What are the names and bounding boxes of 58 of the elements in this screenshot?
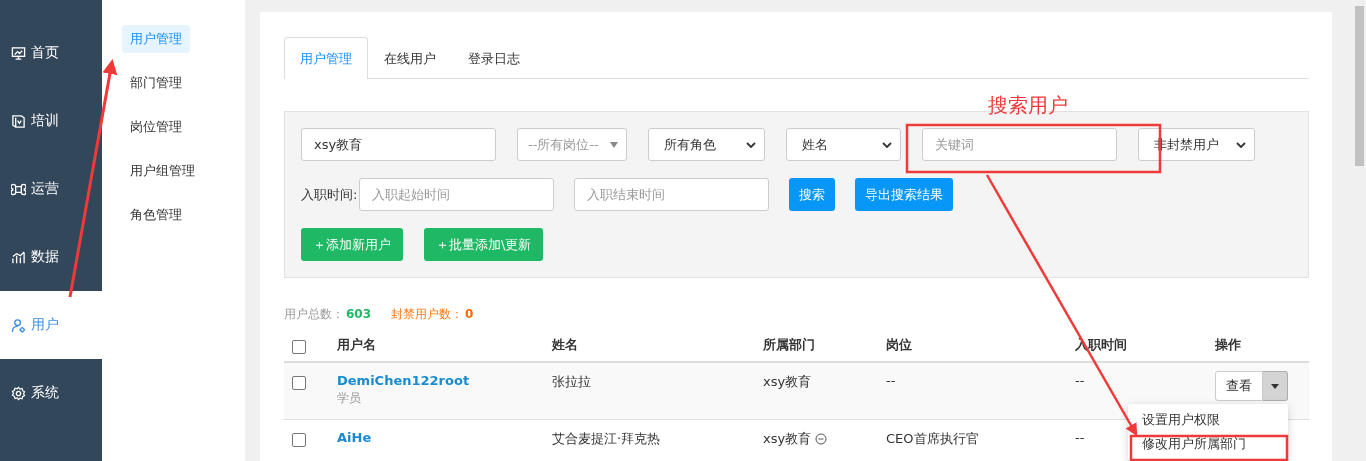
- tab[interactable]: 登录日志: [452, 37, 536, 79]
- table-cell: CEO首席执行官: [886, 430, 979, 448]
- nav-item[interactable]: 首页: [0, 19, 102, 87]
- gear-icon: [11, 385, 26, 401]
- chevron-down-icon: [882, 140, 892, 149]
- dropdown-select[interactable]: 姓名: [786, 128, 901, 161]
- submenu-item[interactable]: 岗位管理: [122, 113, 190, 141]
- table-cell: --: [1075, 373, 1085, 388]
- scrollbar[interactable]: [1352, 0, 1366, 461]
- checkbox[interactable]: [292, 339, 306, 354]
- submenu-item[interactable]: 部门管理: [122, 69, 190, 97]
- stat-text: 用户总数： 603: [284, 306, 372, 323]
- book-icon: [11, 113, 26, 129]
- view-button[interactable]: 查看: [1215, 371, 1263, 401]
- organization-field[interactable]: xsy教育: [301, 128, 496, 161]
- table-cell: 张拉拉: [552, 373, 591, 391]
- tab[interactable]: 在线用户: [368, 37, 452, 79]
- nav-item[interactable]: 运营: [0, 155, 102, 223]
- annotation-label: 搜索用户: [988, 92, 1068, 119]
- menu-item[interactable]: 设置用户权限: [1128, 408, 1288, 432]
- column-header: 姓名: [552, 336, 578, 354]
- bar-chart-icon: [11, 249, 26, 265]
- nav-item[interactable]: 数据: [0, 223, 102, 291]
- triangle-down-icon: [610, 140, 618, 149]
- nav-item[interactable]: 系统: [0, 359, 102, 427]
- submenu-item[interactable]: 角色管理: [122, 201, 190, 229]
- start-date-field[interactable]: 入职起始时间: [359, 178, 555, 211]
- keyword-field[interactable]: 关键词: [922, 128, 1117, 161]
- table-cell: --: [1075, 430, 1085, 445]
- role-text: 学员: [337, 390, 361, 407]
- nav-item[interactable]: 培训: [0, 87, 102, 155]
- username-link[interactable]: AiHe: [337, 430, 372, 445]
- monitor-icon: [11, 45, 26, 61]
- table-cell: 艾合麦提江·拜克热: [552, 430, 661, 448]
- scrollbar-thumb[interactable]: [1354, 6, 1364, 166]
- nav-item[interactable]: 用户: [0, 291, 102, 359]
- table-cell: --: [886, 373, 896, 388]
- command-icon: [11, 181, 26, 197]
- column-header: 用户名: [337, 336, 376, 354]
- dropdown-select[interactable]: 所有角色: [648, 128, 765, 161]
- chevron-down-icon: [1236, 140, 1246, 149]
- table-cell: xsy教育: [763, 373, 812, 391]
- user-icon: [11, 317, 26, 333]
- end-date-field[interactable]: 入职结束时间: [574, 178, 770, 211]
- checkbox[interactable]: [292, 376, 306, 390]
- username-link[interactable]: DemiChen122root: [337, 373, 470, 388]
- dropdown-toggle[interactable]: [1263, 371, 1288, 401]
- hire-date-label: 入职时间:: [301, 185, 358, 204]
- stat-text: 封禁用户数： 0: [391, 306, 474, 323]
- column-header: 所属部门: [763, 336, 815, 354]
- checkbox[interactable]: [292, 433, 306, 447]
- table-cell: xsy教育: [763, 430, 812, 448]
- chevron-down-icon: [746, 140, 756, 149]
- menu-item[interactable]: 修改用户所属部门: [1128, 432, 1288, 456]
- caret-icon: [1271, 383, 1279, 389]
- column-header: 岗位: [886, 336, 912, 354]
- column-header: 操作: [1215, 336, 1241, 354]
- submenu-item[interactable]: 用户组管理: [122, 157, 203, 185]
